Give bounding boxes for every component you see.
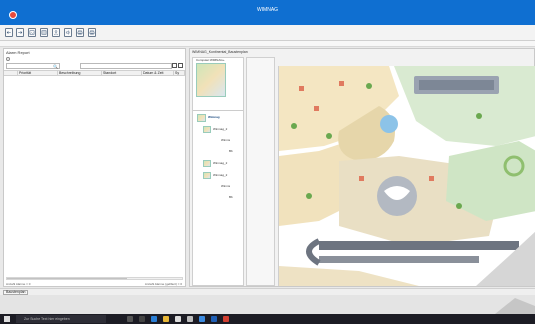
table-view-icon[interactable] <box>178 63 183 68</box>
window-titlebar: WIMNAG <box>0 0 535 25</box>
forward-arrow-icon[interactable] <box>16 28 24 37</box>
taskbar-search-box[interactable]: Zur Suche Text hier eingeben <box>16 315 106 323</box>
tree-thumb-1[interactable] <box>203 126 211 133</box>
back-arrow-icon[interactable] <box>5 28 13 37</box>
windows-start-icon[interactable] <box>4 316 10 322</box>
app-logo-icon[interactable] <box>9 11 17 19</box>
plan-tab-label[interactable]: Computer:WIMNAG+. <box>196 58 225 62</box>
scrollbar-thumb[interactable] <box>7 278 127 279</box>
view-mode-buttons <box>172 63 184 69</box>
window-title: WIMNAG <box>256 7 279 13</box>
task-view-icon[interactable] <box>139 316 145 322</box>
main-toolbar <box>0 25 535 41</box>
alarm-search-input[interactable]: 🔍 <box>6 63 60 69</box>
tree-thumb-2[interactable] <box>203 160 211 167</box>
windows-taskbar: Zur Suche Text hier eingeben <box>0 314 535 324</box>
tree-scrollbar[interactable] <box>246 57 275 286</box>
tree-thumb-3[interactable] <box>203 172 211 179</box>
users-icon[interactable] <box>52 28 60 37</box>
alarm-filter-bar <box>4 56 185 63</box>
tree-node-sub2[interactable]: Wimns <box>221 184 230 188</box>
cortana-icon[interactable] <box>127 316 133 322</box>
print-preview-icon[interactable] <box>88 28 96 37</box>
alarm-count: Anzahl Alarme = 0 <box>6 282 31 286</box>
tree-node-1[interactable]: Wimnag_2 <box>213 127 227 131</box>
alarm-report-title: Alarm Report <box>6 50 30 55</box>
plan-overview-thumbnail[interactable] <box>196 63 226 97</box>
alarm-count-filtered: Anzahl Alarme (gefiltert) = 0 <box>144 282 182 286</box>
grid-view-icon[interactable] <box>172 63 177 68</box>
tree-node-2[interactable]: Wimnag_2 <box>213 161 227 165</box>
store-icon[interactable] <box>175 316 181 322</box>
secondary-toolbar-strip <box>0 41 535 47</box>
wimnag-taskbar-icon[interactable] <box>223 316 229 322</box>
print-icon[interactable] <box>76 28 84 37</box>
tree-node-sub1[interactable]: Wimns <box>221 138 230 142</box>
file-explorer-icon[interactable] <box>163 316 169 322</box>
alarm-table-body <box>4 76 185 276</box>
status-bar: Baustenplan <box>0 288 535 295</box>
speaker-icon[interactable] <box>64 28 72 37</box>
site-plan-title: WIMNAG_Kontinental_Baustenplan <box>192 50 248 54</box>
tree-node-root[interactable]: Wimnag <box>208 115 220 119</box>
list-view-icon[interactable] <box>40 28 48 37</box>
site-plan-drawing <box>279 66 535 286</box>
edge-browser-icon[interactable] <box>151 316 157 322</box>
alarm-report-panel: Alarm Report 🔍 Priorität Beschreibung St… <box>3 48 186 287</box>
tree-node-small-1[interactable]: Bb <box>229 149 233 153</box>
image-icon[interactable] <box>28 28 36 37</box>
mail-icon[interactable] <box>187 316 193 322</box>
search-icon[interactable]: 🔍 <box>53 64 58 69</box>
tree-node-small-2[interactable]: Bb <box>229 195 233 199</box>
tree-node-3[interactable]: Wimnag_2 <box>213 173 227 177</box>
site-plan-panel: WIMNAG_Kontinental_Baustenplan Computer:… <box>189 48 535 287</box>
plan-tree: Computer:WIMNAG+. Wimnag Wimnag_2 Wimns … <box>192 57 244 286</box>
alarm-filter-input[interactable] <box>80 63 172 69</box>
desktop-background <box>0 295 535 314</box>
filter-toggle-icon[interactable] <box>6 57 10 61</box>
app-taskbar-icon-2[interactable] <box>211 316 217 322</box>
site-plan-map[interactable] <box>278 66 535 286</box>
alarm-table-scrollbar[interactable] <box>6 277 183 280</box>
tree-thumb-root[interactable] <box>197 114 206 122</box>
app-taskbar-icon-1[interactable] <box>199 316 205 322</box>
